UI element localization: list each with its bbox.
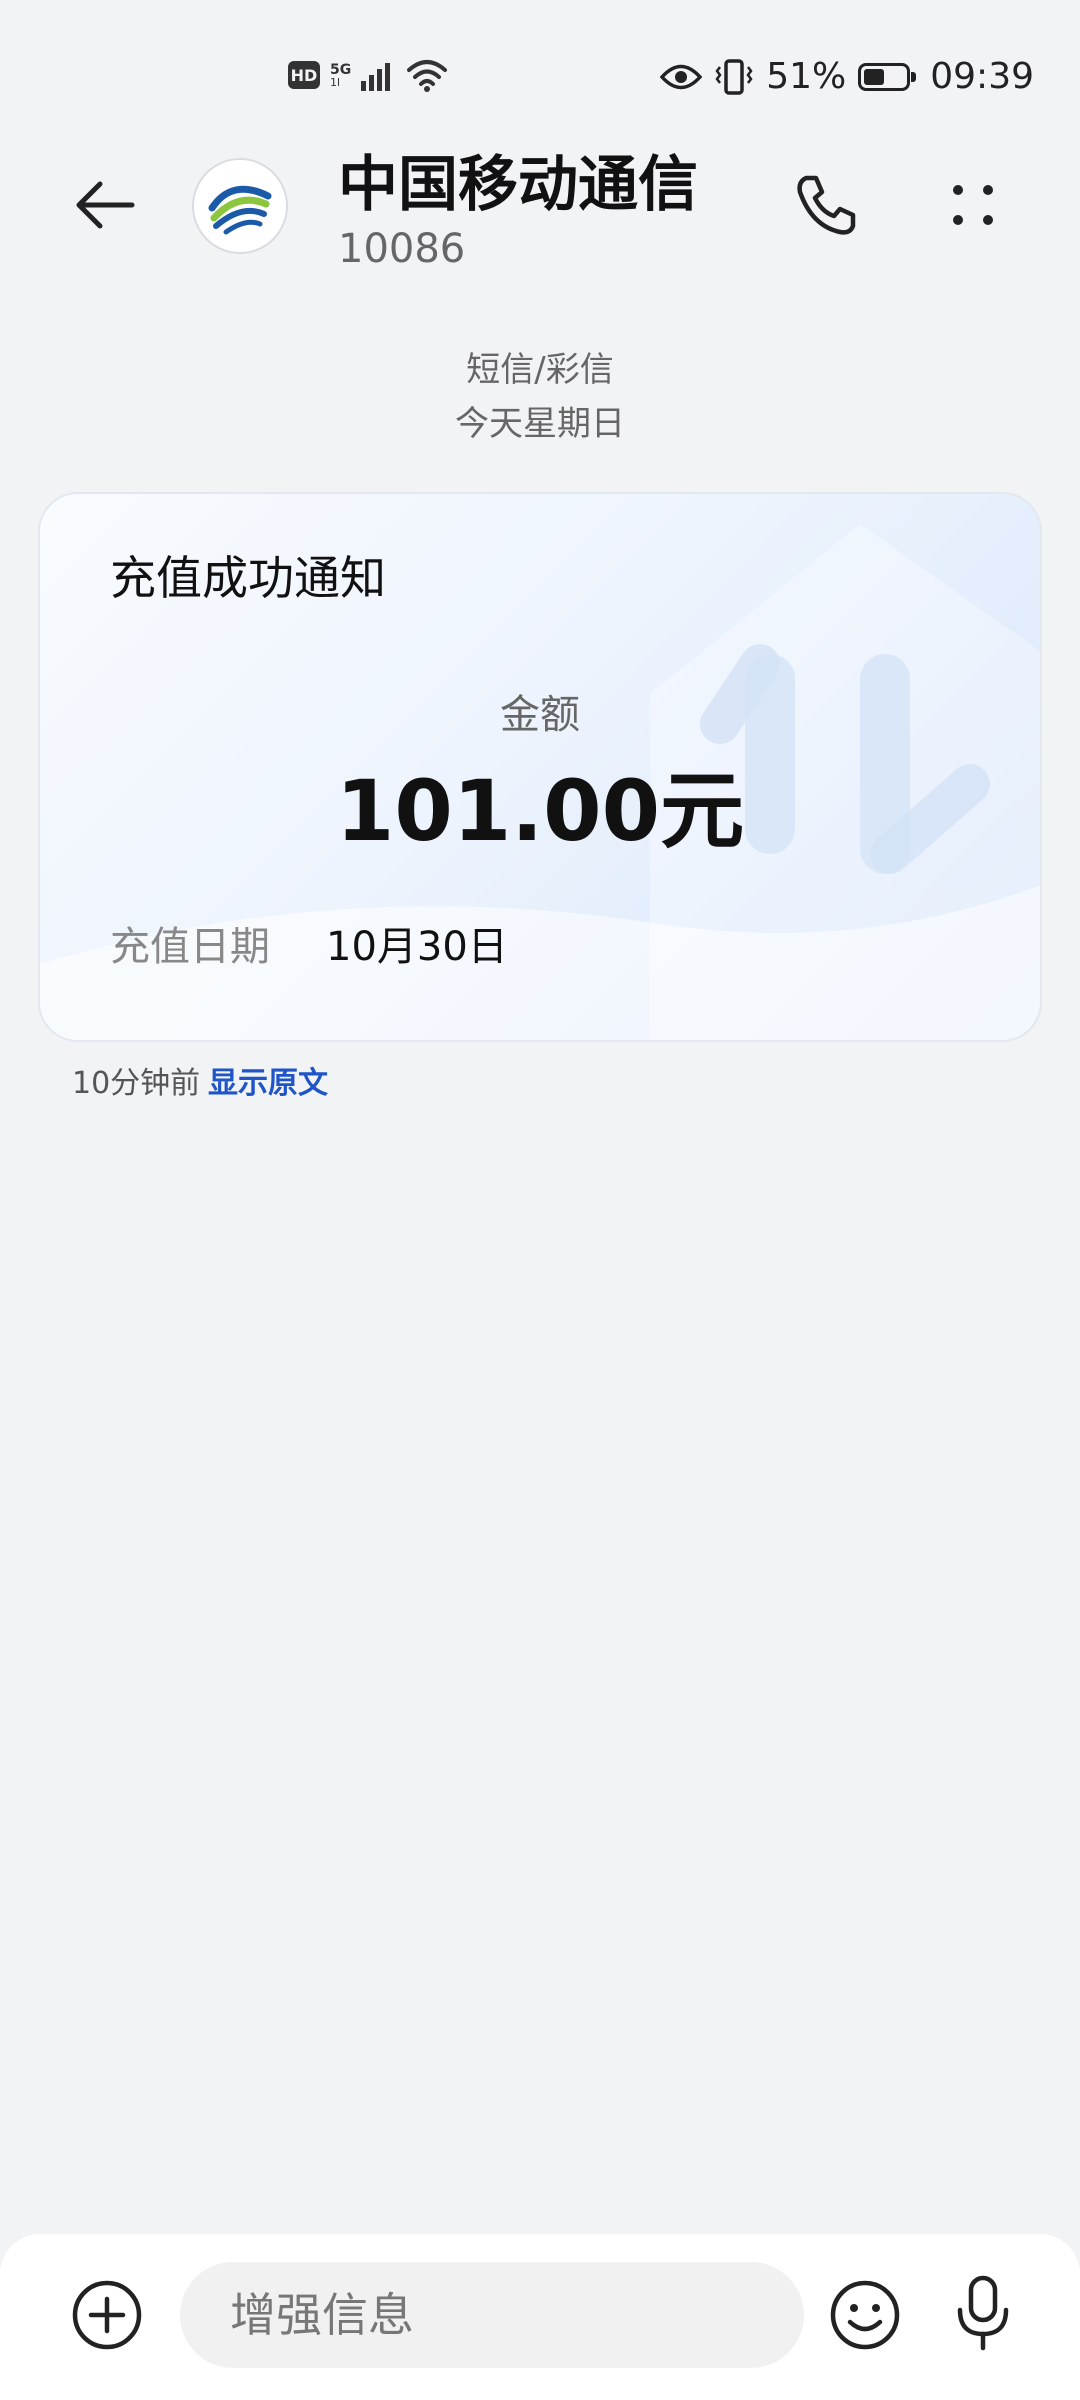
show-original-link[interactable]: 显示原文	[208, 1058, 328, 1102]
message-input[interactable]	[180, 2262, 804, 2368]
wifi-icon	[407, 60, 448, 92]
amount-value: 101.00元	[335, 762, 745, 860]
hd-icon: HD	[288, 61, 320, 89]
clock-time: 09:39	[930, 56, 1034, 97]
china-mobile-logo	[208, 185, 272, 235]
network-type: 5G	[330, 61, 352, 78]
microphone-icon	[957, 2275, 1009, 2351]
message-input-bar	[0, 2234, 1080, 2400]
card-title: 充值成功通知	[110, 551, 386, 605]
add-circle-icon	[72, 2280, 142, 2350]
more-dots-icon	[953, 185, 993, 225]
back-button[interactable]	[70, 170, 140, 240]
emoji-button[interactable]	[828, 2278, 902, 2352]
recharge-date-value: 10月30日	[326, 924, 508, 970]
conversation-header: 中国移动通信 10086	[0, 130, 1080, 290]
network-indicator: 5G 1l	[330, 63, 351, 88]
call-button[interactable]	[790, 170, 860, 240]
eye-icon	[660, 64, 703, 89]
signal-icon	[361, 63, 391, 91]
contact-name: 中国移动通信	[338, 150, 698, 220]
battery-fill	[864, 68, 885, 85]
voice-input-button[interactable]	[948, 2274, 1018, 2354]
contact-avatar[interactable]	[192, 158, 288, 254]
add-attachment-button[interactable]	[70, 2278, 144, 2352]
more-options-button[interactable]	[938, 170, 1008, 240]
back-arrow-icon	[76, 181, 135, 229]
battery-percent: 51%	[766, 56, 847, 97]
phone-icon	[797, 175, 856, 235]
vibrate-icon	[715, 58, 753, 95]
battery-icon	[858, 62, 917, 91]
contact-number: 10086	[338, 226, 466, 272]
message-type-label: 短信/彩信	[466, 350, 614, 390]
amount-label: 金额	[500, 692, 580, 738]
network-sub: 1l	[330, 75, 341, 89]
recharge-notification-card[interactable]: 充值成功通知 金额 101.00元 充值日期 10月30日	[38, 492, 1042, 1042]
emoji-icon	[830, 2280, 900, 2350]
status-right: 51% 09:39	[660, 56, 1034, 97]
recharge-date-label: 充值日期	[110, 924, 270, 970]
thread-date-label: 今天星期日	[455, 404, 625, 444]
message-time-ago: 10分钟前	[72, 1066, 201, 1101]
status-left: HD 5G 1l	[288, 58, 448, 92]
